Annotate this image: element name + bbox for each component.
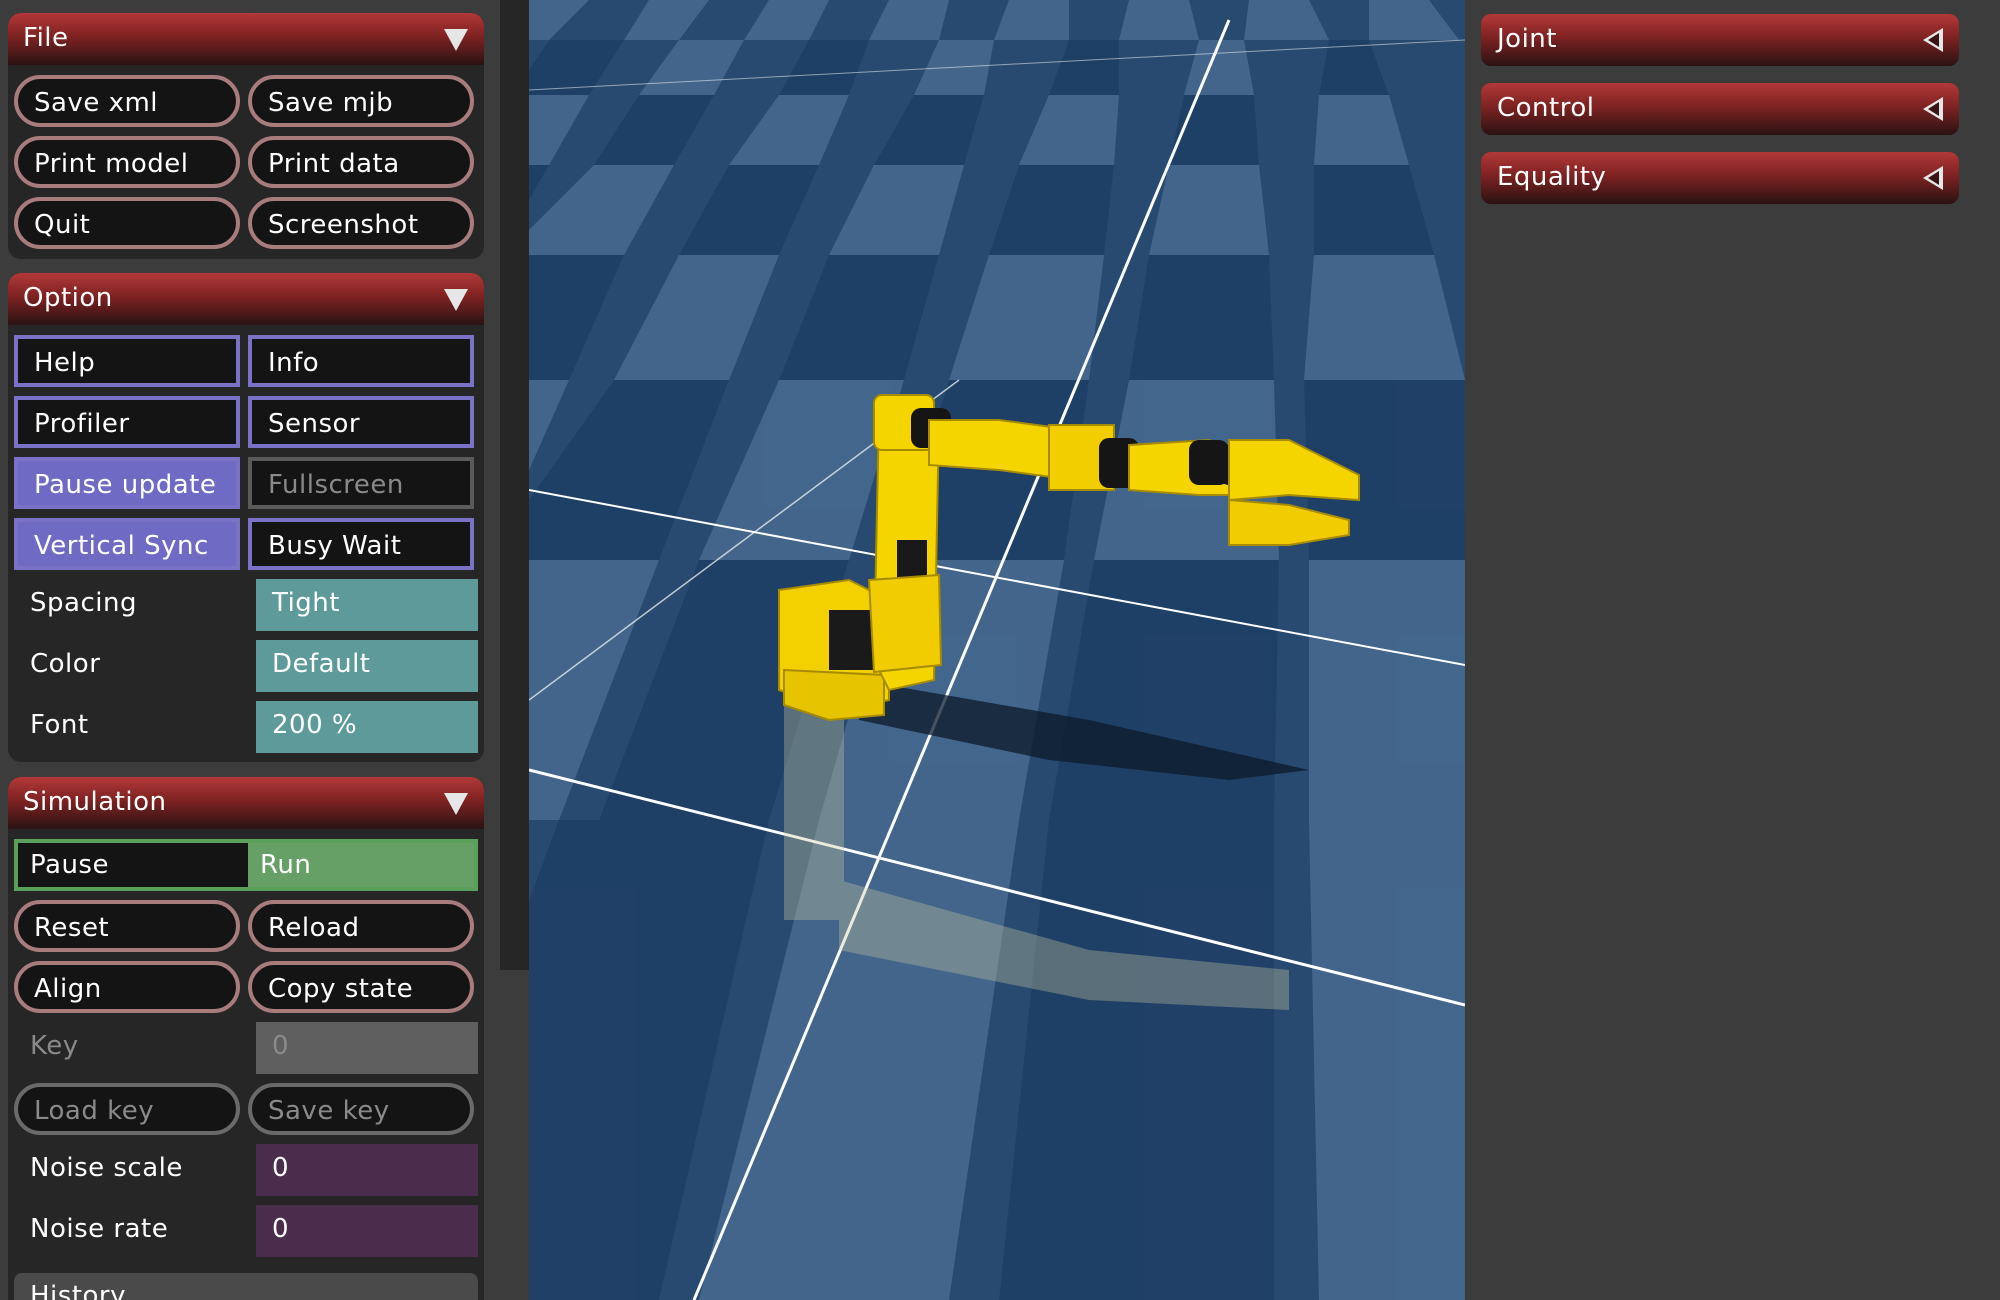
reload-button[interactable]: Reload [248,900,474,952]
collapse-triangle-icon[interactable] [444,29,468,51]
profiler-checkbox[interactable]: Profiler [14,396,240,448]
screenshot-button[interactable]: Screenshot [248,197,474,249]
color-label: Color [30,649,101,679]
pause-radio-option[interactable]: Pause [18,843,244,887]
expand-triangle-icon[interactable] [1923,97,1943,121]
simulation-section-header[interactable]: Simulation [8,777,484,829]
quit-button[interactable]: Quit [14,197,240,249]
3d-viewport[interactable] [529,0,1465,1300]
spacing-select[interactable]: Tight [256,579,478,631]
pause-update-checkbox[interactable]: Pause update [14,457,240,509]
key-label: Key [30,1031,79,1061]
color-select[interactable]: Default [256,640,478,692]
expand-triangle-icon[interactable] [1923,28,1943,52]
expand-triangle-icon[interactable] [1923,166,1943,190]
file-section-header[interactable]: File [8,13,484,65]
control-section-title: Control [1497,93,1595,123]
align-button[interactable]: Align [14,961,240,1013]
run-radio-option[interactable]: Run [248,843,474,887]
key-slider[interactable]: 0 [256,1022,478,1074]
help-checkbox[interactable]: Help [14,335,240,387]
noise-scale-label: Noise scale [30,1153,183,1183]
noise-rate-input[interactable]: 0 [256,1205,478,1257]
busy-wait-checkbox[interactable]: Busy Wait [248,518,474,570]
print-data-button[interactable]: Print data [248,136,474,188]
collapse-triangle-icon[interactable] [444,793,468,815]
fullscreen-checkbox[interactable]: Fullscreen [248,457,474,509]
font-label: Font [30,710,89,740]
file-section-title: File [23,23,69,53]
sensor-checkbox[interactable]: Sensor [248,396,474,448]
joint-section-title: Joint [1497,24,1557,54]
print-model-button[interactable]: Print model [14,136,240,188]
option-section-title: Option [23,283,113,313]
noise-rate-label: Noise rate [30,1214,169,1244]
noise-scale-input[interactable]: 0 [256,1144,478,1196]
copy-state-button[interactable]: Copy state [248,961,474,1013]
save-mjb-button[interactable]: Save mjb [248,75,474,127]
left-panel-scrollbar[interactable] [500,0,529,970]
spacing-label: Spacing [30,588,137,618]
load-key-button[interactable]: Load key [14,1083,240,1135]
scene-render [529,0,1465,1300]
font-select[interactable]: 200 % [256,701,478,753]
joint-section-header[interactable]: Joint [1481,14,1959,66]
left-ui-panel: File Save xml Save mjb Print model Print… [0,0,500,1300]
run-mode-radio: Pause Run [14,839,478,891]
history-title: History [30,1281,126,1300]
collapse-triangle-icon[interactable] [444,289,468,311]
history-header[interactable]: History [14,1273,478,1300]
simulation-section: Simulation Pause Run Reset Reload Align … [8,777,484,1300]
save-key-button[interactable]: Save key [248,1083,474,1135]
option-section: Option Help Info Profiler Sensor Pause u… [8,273,484,762]
control-section-header[interactable]: Control [1481,83,1959,135]
equality-section-title: Equality [1497,162,1607,192]
file-section: File Save xml Save mjb Print model Print… [8,13,484,259]
right-ui-panel: Joint Control Equality [1465,0,2000,1300]
reset-button[interactable]: Reset [14,900,240,952]
info-checkbox[interactable]: Info [248,335,474,387]
simulation-section-title: Simulation [23,787,167,817]
vertical-sync-checkbox[interactable]: Vertical Sync [14,518,240,570]
equality-section-header[interactable]: Equality [1481,152,1959,204]
checkered-floor [529,0,1465,1300]
save-xml-button[interactable]: Save xml [14,75,240,127]
option-section-header[interactable]: Option [8,273,484,325]
